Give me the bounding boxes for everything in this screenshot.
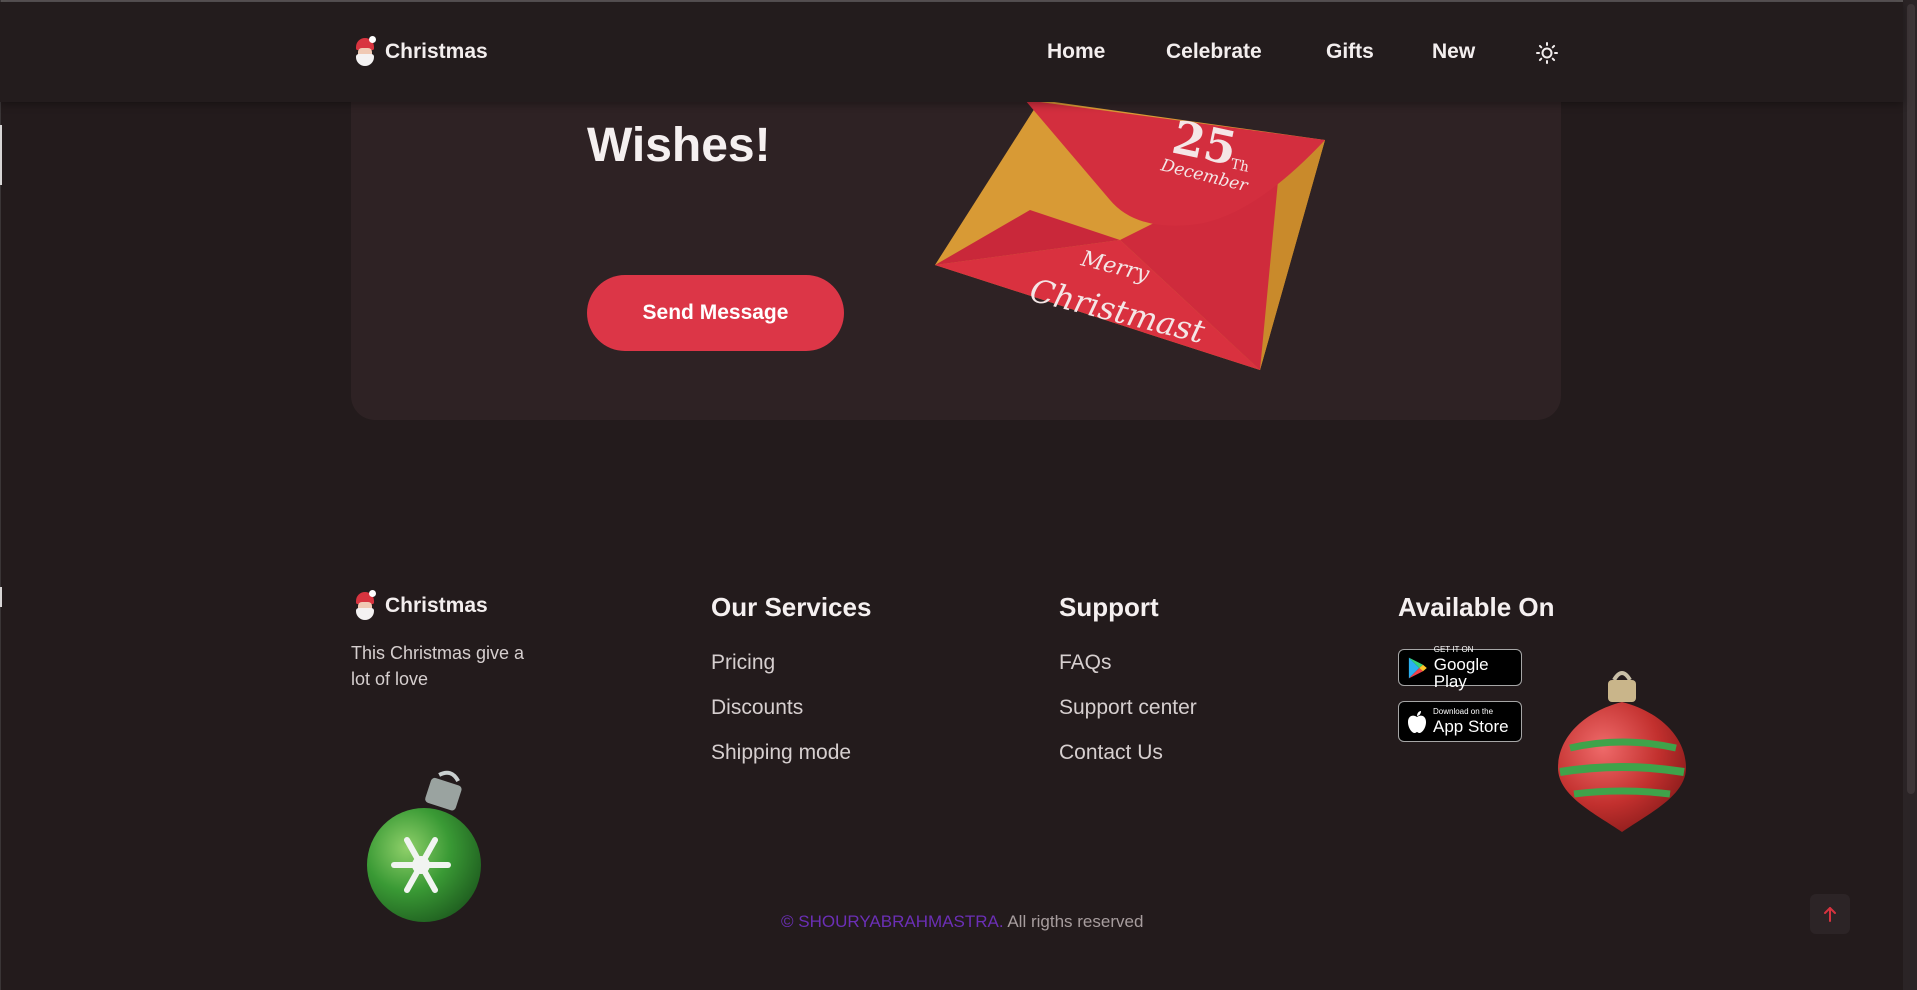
google-play-small-text: GET IT ON xyxy=(1433,644,1474,654)
google-play-big-text: Google Play xyxy=(1433,654,1489,691)
available-on-heading: Available On xyxy=(1398,592,1555,622)
red-striped-ornament-image xyxy=(1558,671,1686,832)
arrow-up-icon xyxy=(1824,907,1836,922)
app-store-small-text: Download on the xyxy=(1433,707,1494,716)
copyright-text: © SHOURYABRAHMASTRA. All rigths reserved xyxy=(781,912,1143,932)
support-heading: Support xyxy=(1059,592,1159,622)
footer-link-support-center[interactable]: Support center xyxy=(1059,696,1197,720)
apple-icon xyxy=(1408,710,1426,733)
sun-icon[interactable] xyxy=(1536,42,1558,64)
header-logo-text: Christmas xyxy=(385,40,488,63)
copyright-brand-link[interactable]: © SHOURYABRAHMASTRA. xyxy=(781,912,1004,931)
footer-logo-text: Christmas xyxy=(385,594,488,617)
google-play-badge[interactable]: GET IT ON Google Play xyxy=(1398,644,1522,690)
send-message-button[interactable]: Send Message xyxy=(587,275,844,351)
header-logo[interactable]: Christmas xyxy=(353,36,488,66)
left-edge-marker xyxy=(0,587,2,607)
footer-logo[interactable]: Christmas xyxy=(353,590,488,620)
copyright-rest: All rigths reserved xyxy=(1007,912,1144,931)
left-edge-marker xyxy=(0,125,2,185)
app-store-big-text: App Store xyxy=(1433,717,1509,736)
nav-home[interactable]: Home xyxy=(1047,40,1105,64)
footer-tagline: This Christmas give a lot of love xyxy=(351,643,525,689)
santa-icon xyxy=(353,590,377,620)
top-navbar: Christmas Home Celebrate Gifts New xyxy=(0,2,1903,102)
scrollbar[interactable] xyxy=(1903,0,1917,990)
green-snowflake-ornament-image xyxy=(367,770,481,922)
footer-link-faqs[interactable]: FAQs xyxy=(1059,651,1112,675)
nav-new[interactable]: New xyxy=(1432,40,1475,64)
footer-link-pricing[interactable]: Pricing xyxy=(711,651,775,675)
scrollbar-thumb[interactable] xyxy=(1907,4,1915,794)
footer-link-shipping-mode[interactable]: Shipping mode xyxy=(711,741,851,765)
nav-celebrate[interactable]: Celebrate xyxy=(1166,40,1262,64)
services-heading: Our Services xyxy=(711,592,872,622)
footer-link-contact-us[interactable]: Contact Us xyxy=(1059,741,1163,765)
nav-gifts[interactable]: Gifts xyxy=(1326,40,1374,64)
christmas-envelope-image: 25 Th December Merry Christmast xyxy=(935,100,1325,370)
footer-link-discounts[interactable]: Discounts xyxy=(711,696,803,720)
scroll-to-top-button[interactable] xyxy=(1810,894,1850,934)
hero-title: Wishes! xyxy=(587,119,771,172)
app-store-badge[interactable]: Download on the App Store xyxy=(1398,701,1522,742)
santa-icon xyxy=(353,36,377,66)
google-play-icon xyxy=(1408,657,1427,678)
